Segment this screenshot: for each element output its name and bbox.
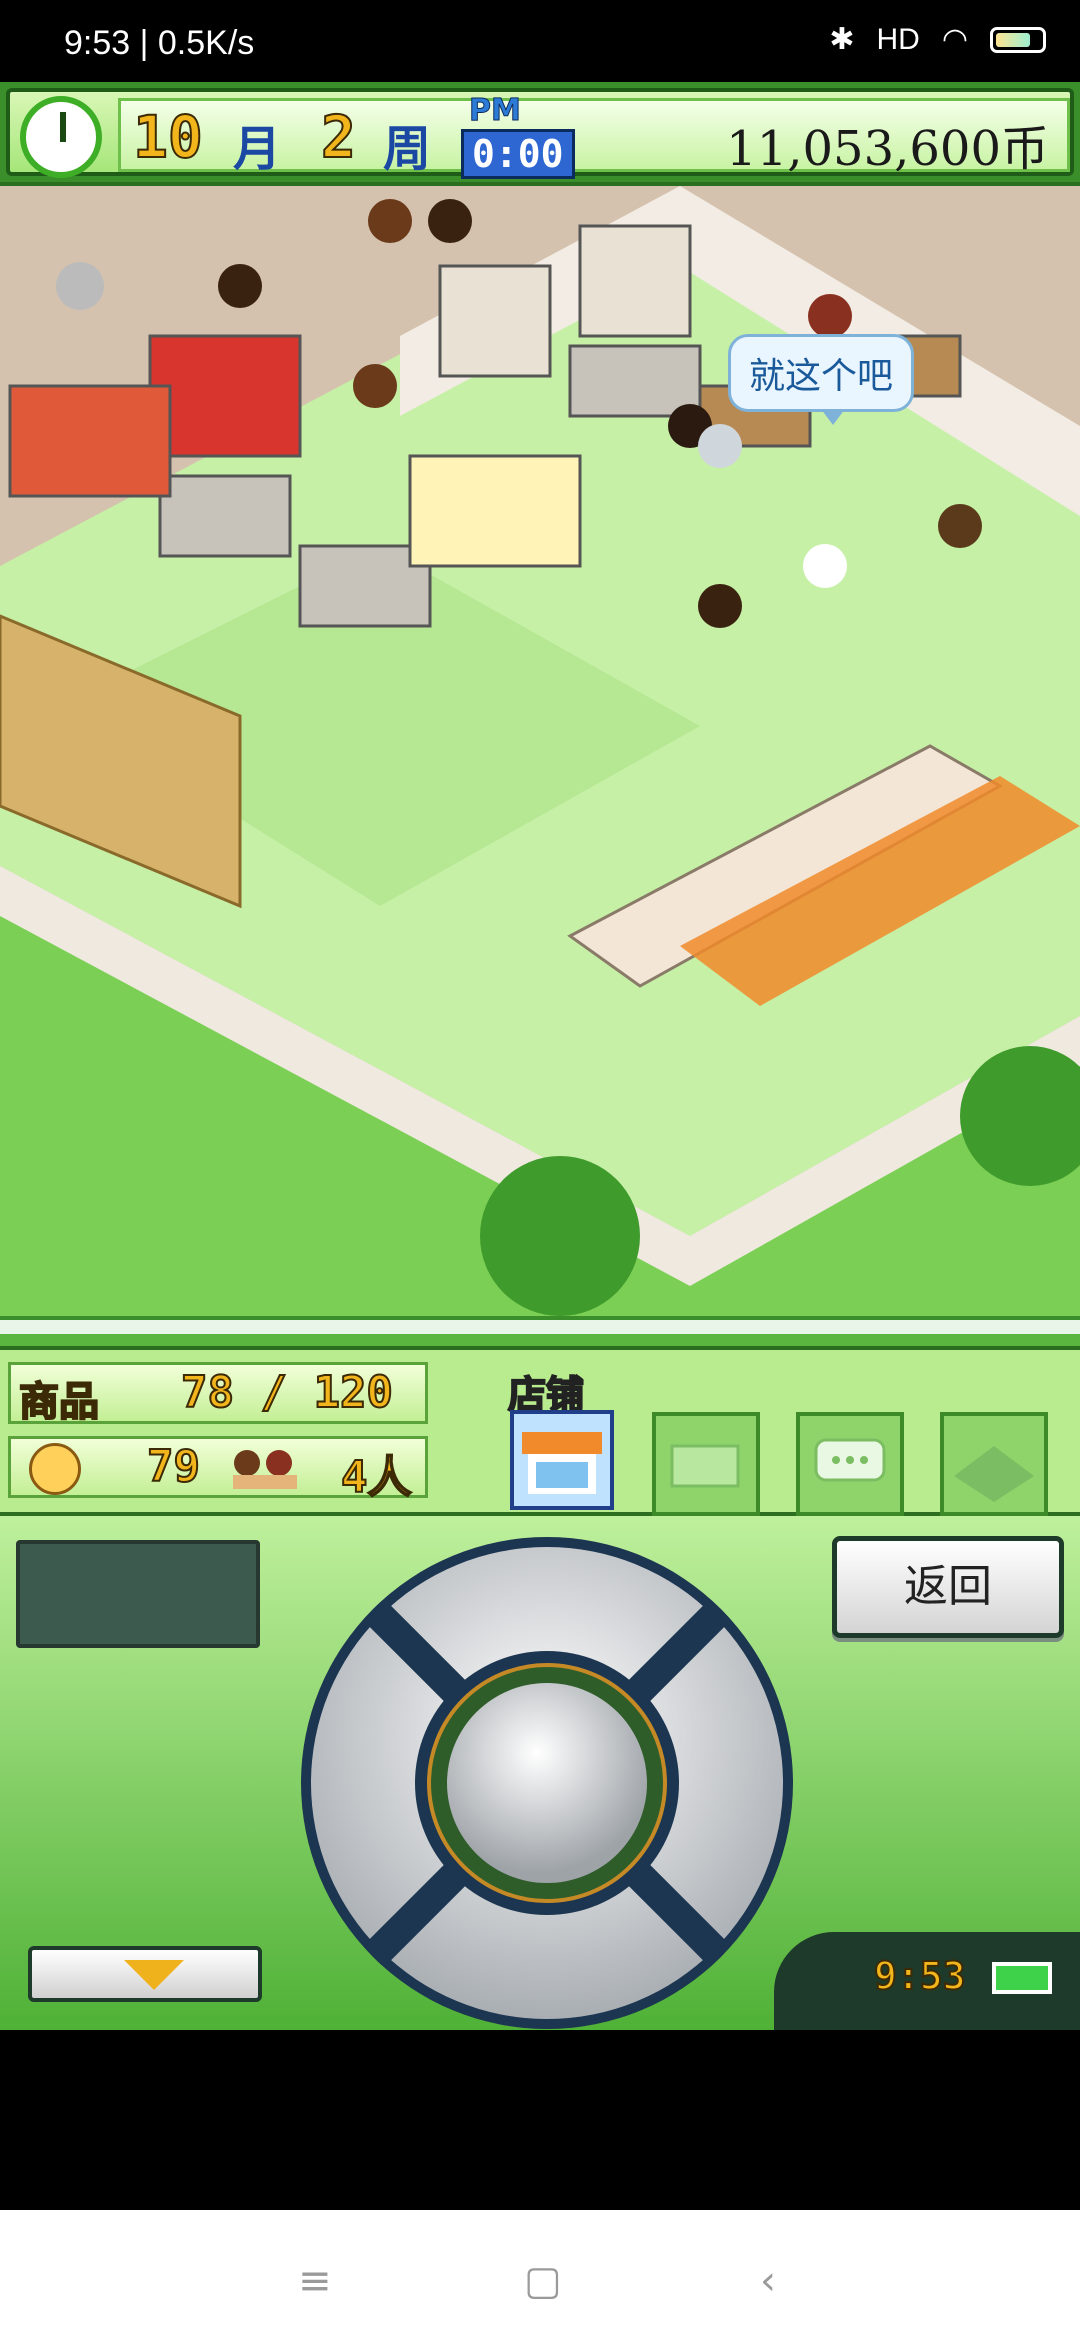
month-number: 10 (132, 102, 204, 172)
dpad-center-button (447, 1683, 647, 1883)
news-ticker (0, 1316, 1080, 1334)
status-icons: ✱ HD ◠ (829, 22, 1046, 57)
stats-bar: 商品 78 / 120 79 4人 店铺 (0, 1346, 1080, 1516)
week-label: 周 (383, 121, 432, 177)
goods-value: 78 / 120 (180, 1366, 394, 1419)
menu-icon[interactable]: ≡ (298, 2258, 332, 2304)
customers-value: 4人 (340, 1451, 412, 1504)
system-nav-bar: ≡ ▢ ‹ (0, 2210, 1080, 2340)
status-bar: 9:53 | 0.5K/s ✱ HD ◠ (0, 0, 1080, 82)
collapse-button[interactable] (28, 1946, 262, 2002)
mini-battery-icon (992, 1962, 1052, 1994)
back-button[interactable]: 返回 (832, 1536, 1064, 1638)
customer (368, 199, 412, 243)
tab-store[interactable]: 店铺 (507, 1364, 616, 1518)
customer-ghost (698, 424, 742, 468)
customer (428, 199, 472, 243)
lcd-screen (16, 1540, 260, 1648)
smile-icon (29, 1443, 81, 1495)
letterbox (0, 2030, 1080, 2210)
back-icon[interactable]: ‹ (760, 2258, 776, 2304)
map-tab-icon[interactable] (940, 1412, 1048, 1516)
shelf-1 (438, 264, 552, 378)
date-panel: 10 月 2 周 PM 0:00 11,053,600币 (118, 93, 1070, 179)
week-number: 2 (320, 102, 357, 172)
bluetooth-icon: ✱ (829, 23, 855, 56)
customer (353, 364, 397, 408)
battery-icon (990, 26, 1046, 53)
goods-stat: 商品 78 / 120 (8, 1362, 428, 1426)
customer (56, 262, 104, 310)
shelf-4 (158, 474, 292, 558)
controller-area: 返回 9:53 (0, 1516, 1080, 2030)
shelf-2 (578, 224, 692, 338)
takoyaki-stand (8, 384, 172, 498)
clock-icon[interactable] (20, 96, 102, 178)
mini-clock-panel: 9:53 (774, 1932, 1080, 2030)
scene-illustration (0, 186, 1080, 1316)
customer (218, 264, 262, 308)
popularity-value: 79 (146, 1440, 201, 1493)
vending-machines (148, 334, 302, 458)
control-panel: 商品 78 / 120 79 4人 店铺 返回 9:53 (0, 1316, 1080, 2030)
status-time-speed: 9:53 | 0.5K/s (64, 24, 255, 62)
mini-clock-time: 9:53 (873, 1953, 967, 1999)
customer (808, 294, 852, 338)
wifi-icon: ◠ (941, 23, 968, 56)
shelf-3 (568, 344, 702, 418)
chevron-down-icon (124, 1960, 184, 1990)
money-display: 11,053,600币 (726, 121, 1049, 177)
popularity-stat: 79 4人 (8, 1436, 428, 1504)
dpad-controller[interactable] (298, 1534, 796, 2032)
ice-cream-stand (408, 454, 582, 568)
game-scene[interactable]: 就这个吧 (0, 186, 1080, 1316)
clerk (698, 584, 742, 628)
tree-bottom (480, 1156, 640, 1316)
period-label: PM (469, 93, 522, 129)
speech-bubble: 就这个吧 (728, 334, 915, 425)
chat-tab-icon[interactable] (796, 1412, 904, 1516)
goods-label: 商品 (18, 1378, 100, 1426)
store-icon (510, 1410, 614, 1510)
game-time: 0:00 (461, 129, 575, 179)
hud-frame: 10 月 2 周 PM 0:00 11,053,600币 (6, 88, 1074, 179)
customer (938, 504, 982, 548)
people-icon (227, 1447, 301, 1491)
money-tab-icon[interactable] (652, 1412, 760, 1516)
top-hud: 10 月 2 周 PM 0:00 11,053,600币 (0, 82, 1080, 186)
clerk (803, 544, 847, 588)
signal-icon: HD (876, 22, 920, 56)
home-icon[interactable]: ▢ (524, 2258, 562, 2304)
month-label: 月 (233, 121, 282, 177)
